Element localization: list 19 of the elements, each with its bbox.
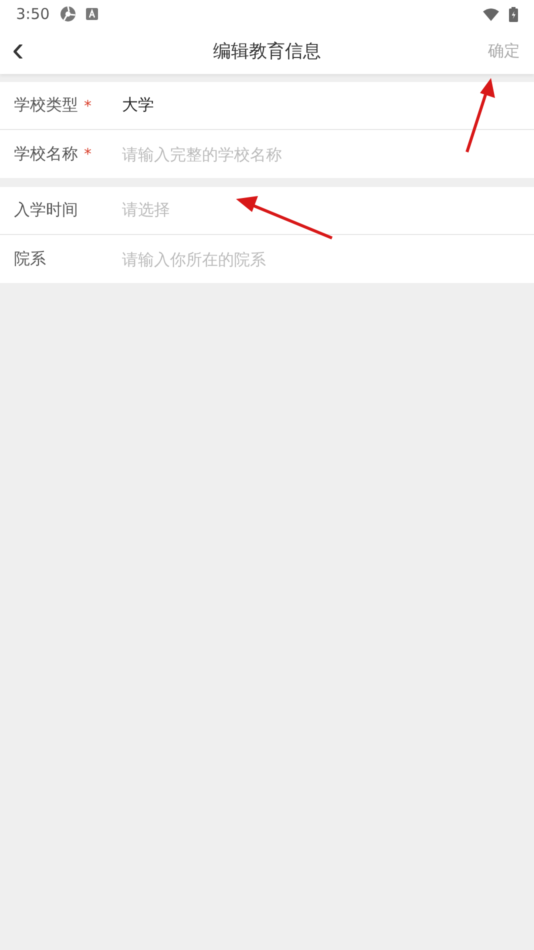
input-field[interactable]: 请输入你所在的院系 <box>122 250 520 268</box>
aperture-icon <box>60 6 76 22</box>
notification-icon <box>86 8 98 20</box>
required-mark: * <box>83 96 92 114</box>
battery-icon <box>509 6 518 22</box>
field-label: 院系 <box>14 248 46 270</box>
page-title: 编辑教育信息 <box>212 40 322 63</box>
input-field[interactable]: 请输入完整的学校名称 <box>122 144 520 164</box>
field-label: 学校类型 <box>14 95 78 116</box>
field-label: 入学时间 <box>14 200 78 221</box>
back-button[interactable]: ‹ <box>0 29 70 69</box>
status-time: 3:50 <box>16 5 50 23</box>
field-value: 大学 <box>122 95 154 116</box>
input-row[interactable]: 学校名称 * 请输入完整的学校名称 <box>0 130 534 178</box>
required-mark: * <box>83 145 92 163</box>
select-placeholder: 请选择 <box>122 200 170 221</box>
field-label: 学校名称 <box>14 144 78 164</box>
wifi-icon <box>483 8 499 20</box>
input-row[interactable]: 院系 请输入你所在的院系 <box>0 235 534 283</box>
